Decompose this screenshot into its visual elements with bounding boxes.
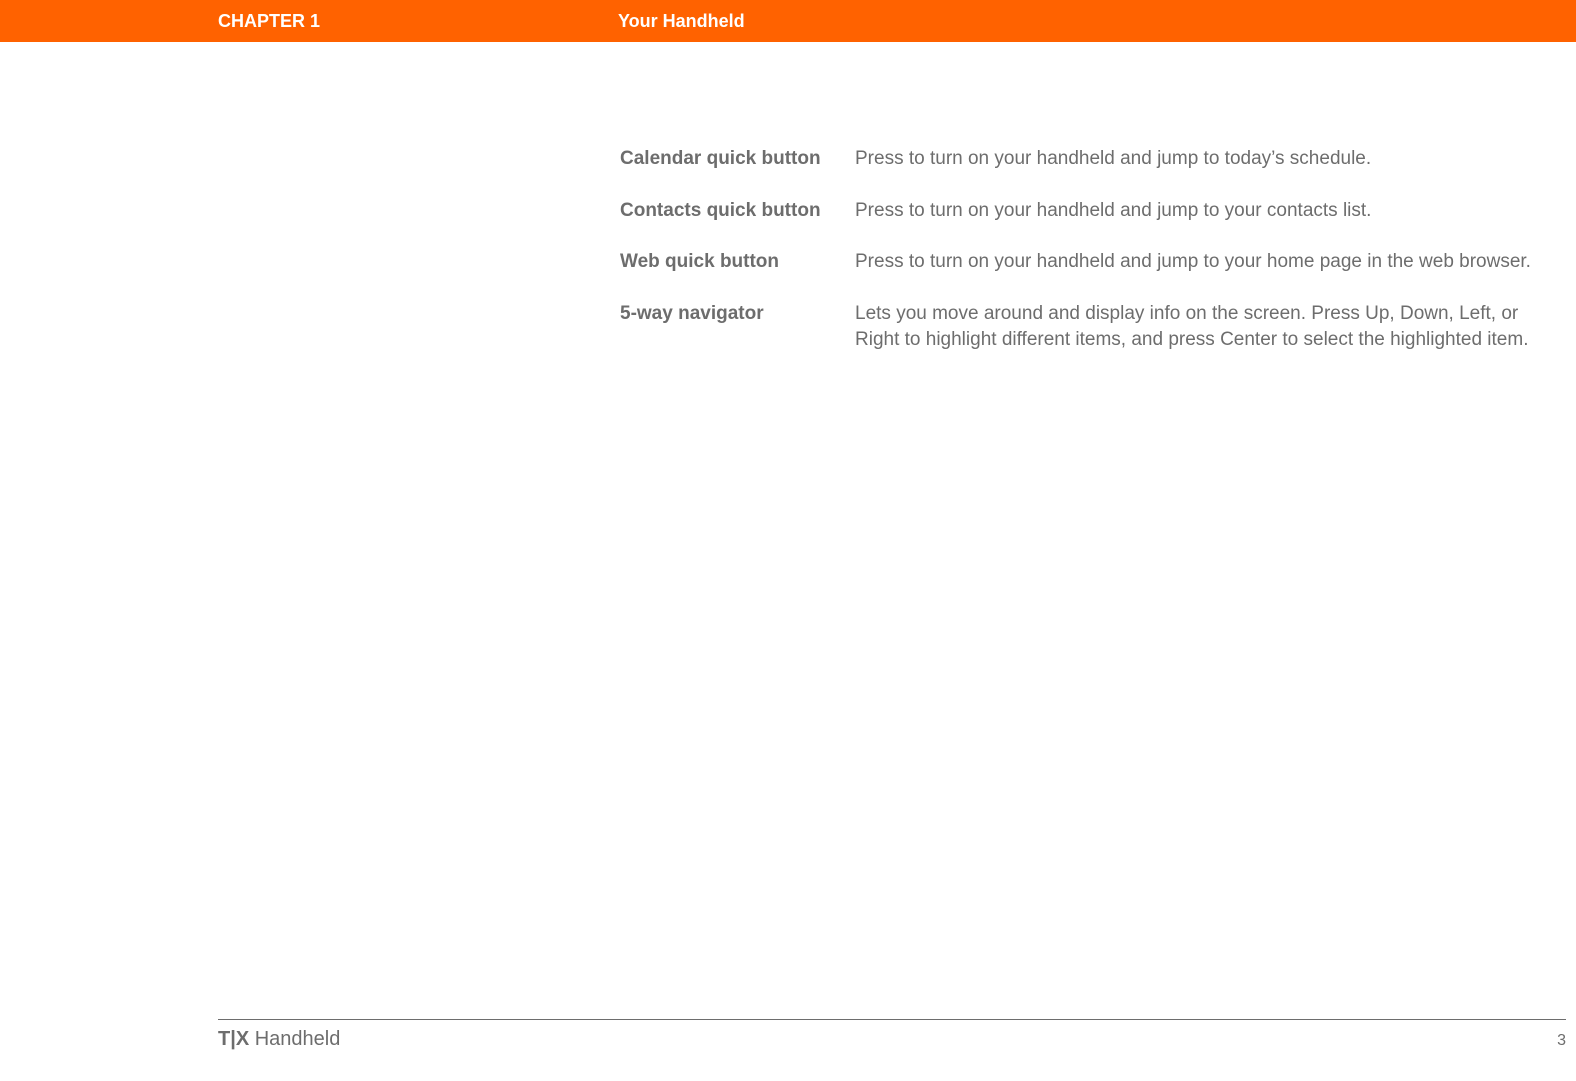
definition-term: Web quick button [620,249,855,275]
definition-row: Contacts quick button Press to turn on y… [620,198,1560,224]
definition-description: Press to turn on your handheld and jump … [855,146,1371,172]
page-footer: T|X Handheld 3 [218,1019,1566,1051]
definition-term: Contacts quick button [620,198,855,224]
definition-description: Lets you move around and display info on… [855,301,1555,352]
footer-rule [218,1019,1566,1020]
chapter-header: CHAPTER 1 Your Handheld [0,0,1576,42]
footer-title: T|X Handheld [218,1028,340,1051]
definition-row: Web quick button Press to turn on your h… [620,249,1560,275]
definition-list: Calendar quick button Press to turn on y… [620,146,1560,378]
definition-description: Press to turn on your handheld and jump … [855,249,1531,275]
definition-term: 5-way navigator [620,301,855,352]
chapter-title: Your Handheld [618,11,745,32]
chapter-label: CHAPTER 1 [218,11,618,32]
footer-title-bold: T|X [218,1028,249,1050]
footer-line: T|X Handheld 3 [218,1028,1566,1051]
page-number: 3 [1557,1032,1566,1050]
footer-title-rest: Handheld [249,1028,340,1050]
definition-row: 5-way navigator Lets you move around and… [620,301,1560,352]
definition-term: Calendar quick button [620,146,855,172]
definition-description: Press to turn on your handheld and jump … [855,198,1371,224]
definition-row: Calendar quick button Press to turn on y… [620,146,1560,172]
